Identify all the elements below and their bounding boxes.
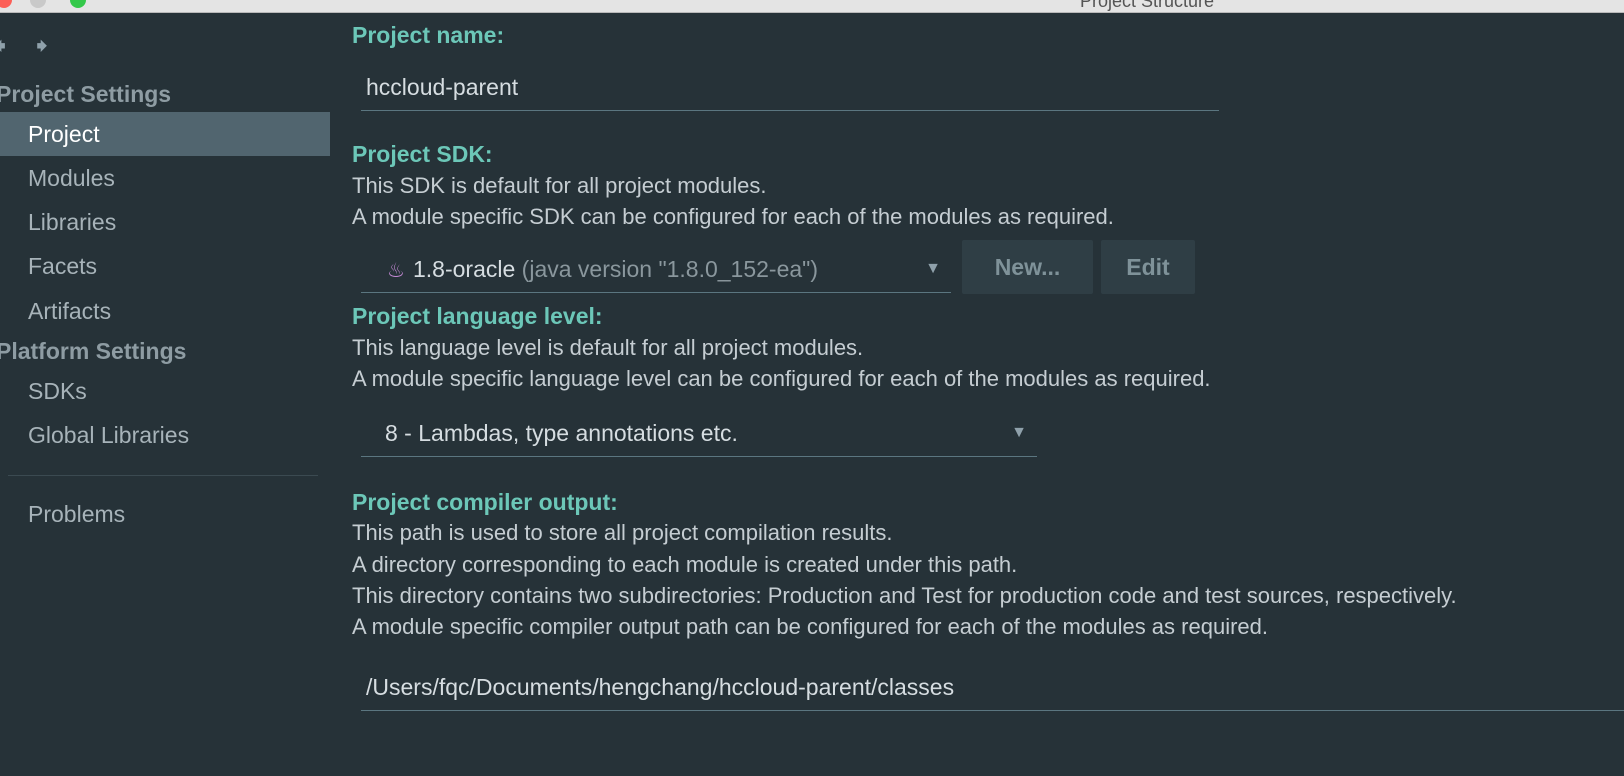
- sidebar-item-modules[interactable]: Modules: [0, 156, 330, 200]
- zoom-window-icon[interactable]: [70, 0, 86, 8]
- sidebar-item-problems[interactable]: Problems: [0, 492, 330, 536]
- project-sdk-desc-2: A module specific SDK can be configured …: [352, 204, 1114, 229]
- chevron-down-icon: ▼: [1011, 424, 1027, 441]
- project-settings-panel: Project name: hccloud-parent Project SDK…: [330, 13, 1624, 776]
- arrow-left-icon[interactable]: 🠸: [0, 35, 6, 59]
- language-level-label: Project language level:: [352, 303, 603, 329]
- project-name-input[interactable]: hccloud-parent: [361, 67, 1219, 111]
- window-titlebar: Project Structure: [0, 0, 1624, 13]
- sidebar-item-libraries[interactable]: Libraries: [0, 200, 330, 244]
- sidebar-item-project[interactable]: Project: [0, 112, 330, 156]
- minimize-window-icon[interactable]: [30, 0, 46, 8]
- compiler-output-path-input[interactable]: /Users/fqc/Documents/hengchang/hccloud-p…: [361, 667, 1624, 711]
- project-sdk-desc-1: This SDK is default for all project modu…: [352, 173, 767, 198]
- sidebar-item-facets[interactable]: Facets: [0, 244, 330, 288]
- arrow-right-icon[interactable]: 🠺: [36, 35, 48, 59]
- close-window-icon[interactable]: [0, 0, 12, 8]
- chevron-down-icon: ▼: [925, 260, 941, 277]
- project-settings-header: Project Settings: [0, 81, 172, 107]
- language-level-dropdown[interactable]: 8 - Lambdas, type annotations etc. ▼: [361, 413, 1037, 457]
- project-sdk-dropdown[interactable]: ♨ 1.8-oracle (java version "1.8.0_152-ea"…: [361, 249, 951, 293]
- sidebar-divider: [8, 475, 318, 476]
- new-sdk-button[interactable]: New...: [962, 240, 1093, 294]
- language-level-desc-1: This language level is default for all p…: [352, 335, 864, 360]
- sidebar: 🠸 🠺 Project Settings Project Modules Lib…: [0, 13, 330, 776]
- platform-settings-header: Platform Settings: [0, 338, 187, 364]
- java-icon: ♨: [387, 260, 405, 282]
- language-level-value: 8 - Lambdas, type annotations etc.: [385, 420, 738, 446]
- compiler-output-desc-4: A module specific compiler output path c…: [352, 614, 1268, 639]
- sidebar-item-artifacts[interactable]: Artifacts: [0, 289, 330, 333]
- sdk-name: 1.8-oracle: [413, 256, 516, 282]
- sdk-version-detail: (java version "1.8.0_152-ea"): [521, 256, 818, 282]
- project-sdk-label: Project SDK:: [352, 141, 493, 167]
- sidebar-item-global-libraries[interactable]: Global Libraries: [0, 413, 330, 457]
- edit-sdk-button[interactable]: Edit: [1101, 240, 1195, 294]
- project-name-label: Project name:: [352, 22, 505, 48]
- sidebar-item-sdks[interactable]: SDKs: [0, 369, 330, 413]
- compiler-output-desc-2: A directory corresponding to each module…: [352, 552, 1018, 577]
- language-level-desc-2: A module specific language level can be …: [352, 366, 1211, 391]
- compiler-output-label: Project compiler output:: [352, 489, 618, 515]
- compiler-output-desc-1: This path is used to store all project c…: [352, 520, 893, 545]
- compiler-output-desc-3: This directory contains two subdirectori…: [352, 583, 1457, 608]
- window-title: Project Structure: [1080, 0, 1215, 11]
